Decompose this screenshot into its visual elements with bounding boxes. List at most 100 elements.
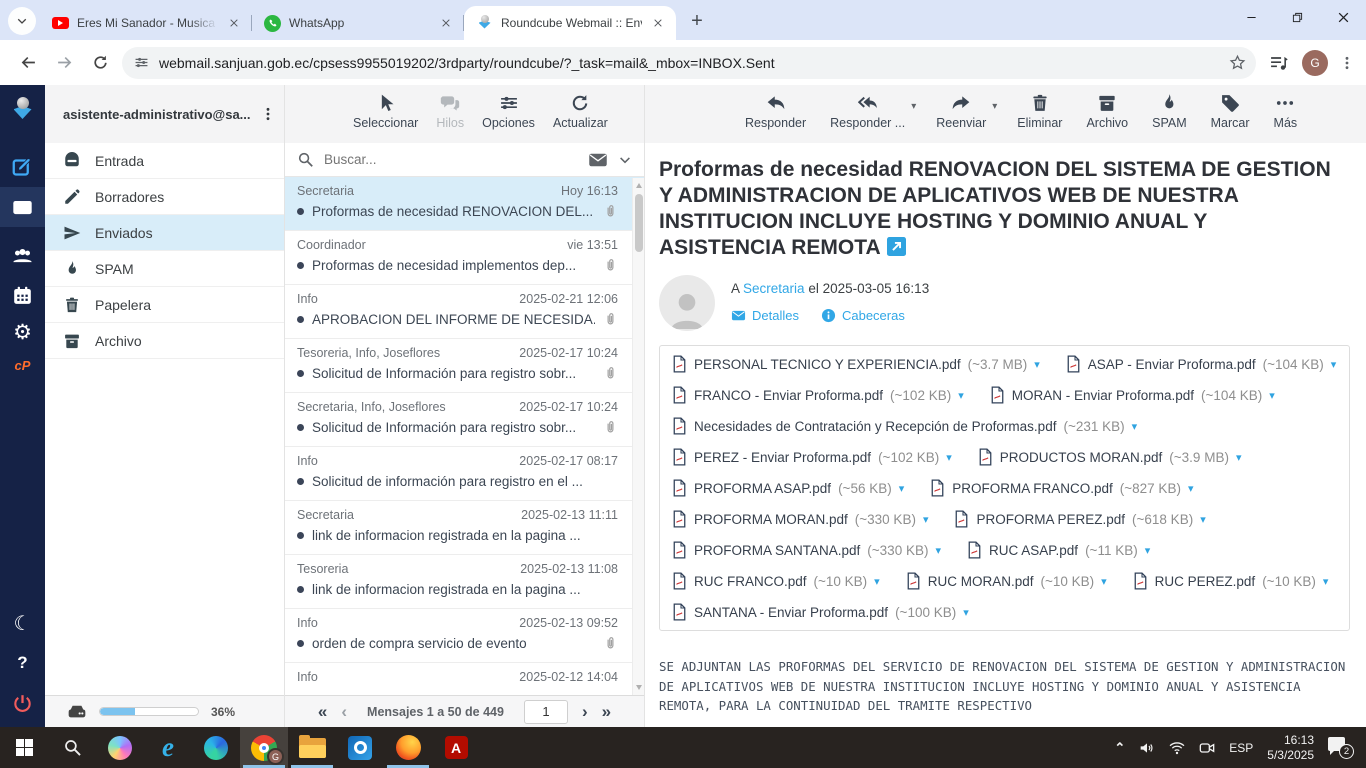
- last-page-button[interactable]: »: [602, 703, 611, 720]
- attachment-item[interactable]: PROFORMA MORAN.pdf(~330 KB)▾: [672, 510, 928, 528]
- mail-toolbar-spam-button[interactable]: SPAM: [1148, 93, 1191, 130]
- close-button[interactable]: [1320, 0, 1366, 34]
- scrollbar-thumb[interactable]: [635, 194, 643, 252]
- first-page-button[interactable]: «: [318, 703, 327, 720]
- attachment-item[interactable]: PRODUCTOS MORAN.pdf(~3.9 MB)▾: [978, 448, 1242, 466]
- notification-center-button[interactable]: 2: [1328, 737, 1354, 759]
- profile-avatar[interactable]: G: [1302, 50, 1328, 76]
- mail-toolbar-más-button[interactable]: Más: [1270, 93, 1302, 130]
- taskbar-acrobat-button[interactable]: A: [432, 727, 480, 768]
- wifi-icon[interactable]: [1169, 740, 1185, 756]
- message-row[interactable]: Secretaria, Info, Joseflores2025-02-17 1…: [285, 393, 644, 447]
- volume-icon[interactable]: [1139, 740, 1155, 756]
- browser-tab[interactable]: Roundcube Webmail :: Enviados: [464, 6, 676, 40]
- dropdown-caret[interactable]: ▾: [911, 101, 916, 112]
- taskbar-file-explorer-button[interactable]: [288, 727, 336, 768]
- attachment-menu-caret[interactable]: ▾: [1323, 575, 1329, 588]
- minimize-button[interactable]: [1228, 0, 1274, 34]
- open-in-new-window-icon[interactable]: [887, 237, 906, 256]
- attachment-item[interactable]: RUC ASAP.pdf(~11 KB)▾: [967, 541, 1150, 559]
- tab-close-button[interactable]: [650, 15, 666, 31]
- search-input[interactable]: [324, 152, 578, 167]
- tab-close-button[interactable]: [226, 15, 242, 31]
- sidebar-folder-papelera[interactable]: Papelera: [45, 287, 284, 323]
- mail-toolbar-eliminar-button[interactable]: Eliminar: [1013, 93, 1066, 130]
- attachment-menu-caret[interactable]: ▾: [1188, 482, 1194, 495]
- mail-toolbar-archivo-button[interactable]: Archivo: [1082, 93, 1132, 130]
- new-tab-button[interactable]: +: [684, 8, 710, 34]
- attachment-item[interactable]: MORAN - Enviar Proforma.pdf(~104 KB)▾: [990, 386, 1275, 404]
- link-cabeceras[interactable]: Cabeceras: [821, 308, 905, 323]
- attachment-item[interactable]: PROFORMA FRANCO.pdf(~827 KB)▾: [930, 479, 1193, 497]
- browser-tab[interactable]: Eres Mi Sanador - Musica de Ad: [40, 6, 252, 40]
- taskbar-chrome-button[interactable]: G: [240, 727, 288, 768]
- bookmark-star-button[interactable]: [1229, 54, 1246, 71]
- rail-calendar-button[interactable]: [0, 275, 45, 315]
- attachment-item[interactable]: PERSONAL TECNICO Y EXPERIENCIA.pdf(~3.7 …: [672, 355, 1040, 373]
- dropdown-caret[interactable]: ▾: [992, 101, 997, 112]
- sidebar-folder-enviados[interactable]: Enviados: [45, 215, 284, 251]
- tab-close-button[interactable]: [438, 15, 454, 31]
- attachment-menu-caret[interactable]: ▾: [1269, 389, 1275, 402]
- attachment-menu-caret[interactable]: ▾: [1145, 544, 1151, 557]
- mail-toolbar-responder-button[interactable]: Responder ...: [826, 93, 909, 130]
- help-button[interactable]: ?: [0, 643, 45, 683]
- tab-search-button[interactable]: [8, 7, 36, 35]
- reload-button[interactable]: [86, 49, 114, 77]
- attachment-item[interactable]: PEREZ - Enviar Proforma.pdf(~102 KB)▾: [672, 448, 952, 466]
- attachment-menu-caret[interactable]: ▾: [946, 451, 952, 464]
- tray-expand-chevron[interactable]: ⌃: [1114, 740, 1125, 756]
- attachment-menu-caret[interactable]: ▾: [874, 575, 880, 588]
- attachment-menu-caret[interactable]: ▾: [1200, 513, 1206, 526]
- taskbar-firefox-button[interactable]: [384, 727, 432, 768]
- prev-page-button[interactable]: ‹: [341, 703, 347, 720]
- forward-button[interactable]: [50, 49, 78, 77]
- attachment-menu-caret[interactable]: ▾: [1236, 451, 1242, 464]
- attachment-menu-caret[interactable]: ▾: [958, 389, 964, 402]
- browser-tab[interactable]: WhatsApp: [252, 6, 464, 40]
- attachment-menu-caret[interactable]: ▾: [1101, 575, 1107, 588]
- language-indicator[interactable]: ESP: [1229, 741, 1253, 755]
- message-row[interactable]: Info2025-02-13 09:52orden de compra serv…: [285, 609, 644, 663]
- attachment-menu-caret[interactable]: ▾: [899, 482, 905, 495]
- site-settings-icon[interactable]: [134, 55, 149, 70]
- attachment-menu-caret[interactable]: ▾: [1331, 358, 1337, 371]
- list-scrollbar[interactable]: [632, 178, 644, 695]
- attachment-menu-caret[interactable]: ▾: [1132, 420, 1138, 433]
- attachment-item[interactable]: SANTANA - Enviar Proforma.pdf(~100 KB)▾: [672, 603, 969, 621]
- compose-button[interactable]: [0, 147, 45, 187]
- page-number-input[interactable]: [524, 700, 568, 724]
- list-toolbar-hilos-button[interactable]: Hilos: [432, 93, 468, 130]
- message-row[interactable]: SecretariaHoy 16:13Proformas de necesida…: [285, 177, 644, 231]
- message-row[interactable]: Coordinadorvie 13:51Proformas de necesid…: [285, 231, 644, 285]
- attachment-item[interactable]: ASAP - Enviar Proforma.pdf(~104 KB)▾: [1066, 355, 1337, 373]
- attachment-item[interactable]: RUC FRANCO.pdf(~10 KB)▾: [672, 572, 880, 590]
- attachment-item[interactable]: PROFORMA SANTANA.pdf(~330 KB)▾: [672, 541, 941, 559]
- message-row[interactable]: Secretaria2025-02-13 11:11link de inform…: [285, 501, 644, 555]
- sidebar-folder-spam[interactable]: SPAM: [45, 251, 284, 287]
- message-row[interactable]: Info2025-02-21 12:06APROBACION DEL INFOR…: [285, 285, 644, 339]
- message-row[interactable]: Info2025-02-12 14:04: [285, 663, 644, 695]
- start-button[interactable]: [0, 727, 48, 768]
- sidebar-folder-borradores[interactable]: Borradores: [45, 179, 284, 215]
- attachment-menu-caret[interactable]: ▾: [923, 513, 929, 526]
- mail-toolbar-marcar-button[interactable]: Marcar: [1207, 93, 1254, 130]
- attachment-item[interactable]: RUC PEREZ.pdf(~10 KB)▾: [1133, 572, 1329, 590]
- mail-toolbar-reenviar-button[interactable]: Reenviar: [932, 93, 990, 130]
- list-toolbar-seleccionar-button[interactable]: Seleccionar: [349, 93, 422, 130]
- attachment-menu-caret[interactable]: ▾: [1034, 358, 1040, 371]
- url-text[interactable]: webmail.sanjuan.gob.ec/cpsess9955019202/…: [159, 55, 1219, 71]
- meet-now-icon[interactable]: [1199, 740, 1215, 756]
- taskbar-outlook-button[interactable]: [336, 727, 384, 768]
- attachment-item[interactable]: FRANCO - Enviar Proforma.pdf(~102 KB)▾: [672, 386, 964, 404]
- taskbar-clock[interactable]: 16:13 5/3/2025: [1267, 733, 1314, 763]
- message-row[interactable]: Tesoreria, Info, Joseflores2025-02-17 10…: [285, 339, 644, 393]
- taskbar-copilot-button[interactable]: [96, 727, 144, 768]
- account-menu-button[interactable]: [260, 106, 276, 122]
- sidebar-folder-entrada[interactable]: Entrada: [45, 143, 284, 179]
- attachment-menu-caret[interactable]: ▾: [963, 606, 969, 619]
- search-options-chevron[interactable]: [618, 153, 632, 167]
- dark-mode-button[interactable]: ☾: [0, 603, 45, 643]
- attachment-item[interactable]: PROFORMA ASAP.pdf(~56 KB)▾: [672, 479, 904, 497]
- rail-mail-button[interactable]: [0, 187, 45, 227]
